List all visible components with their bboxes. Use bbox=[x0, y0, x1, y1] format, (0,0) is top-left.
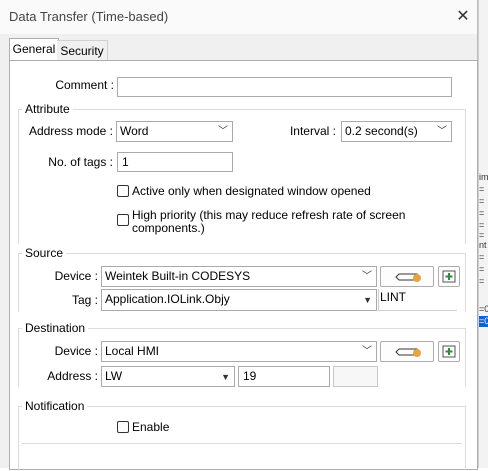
notification-group bbox=[18, 406, 466, 471]
background-cell: =0 bbox=[479, 304, 488, 314]
enable-notification-label: Enable bbox=[132, 420, 170, 434]
destination-group-title: Destination bbox=[22, 321, 89, 335]
background-cell: = bbox=[479, 208, 485, 218]
general-tab-panel: Comment : Attribute Address mode : Word … bbox=[9, 60, 478, 471]
comment-input[interactable] bbox=[117, 77, 452, 97]
device-settings-icon bbox=[395, 273, 421, 282]
attribute-group-title: Attribute bbox=[22, 102, 73, 116]
background-cell: = bbox=[479, 264, 485, 274]
active-only-label: Active only when designated window opene… bbox=[132, 184, 371, 198]
background-cell: = bbox=[479, 252, 485, 262]
address-mode-label: Address mode : bbox=[28, 124, 113, 138]
dialog-title: Data Transfer (Time-based) bbox=[9, 9, 169, 24]
background-cell-selected: =0 bbox=[479, 316, 488, 327]
address-mode-select[interactable]: Word ﹀ bbox=[116, 121, 233, 142]
comment-label: Comment : bbox=[55, 78, 114, 92]
add-device-button[interactable] bbox=[438, 266, 460, 287]
close-icon[interactable]: ✕ bbox=[452, 6, 474, 28]
source-tag-label: Tag : bbox=[71, 293, 98, 307]
source-tag-select[interactable]: Application.IOLink.Objy ▼ bbox=[101, 289, 377, 311]
source-device-select[interactable]: Weintek Built-in CODESYS ﹀ bbox=[101, 266, 377, 287]
source-type-label: LINT bbox=[380, 290, 407, 304]
tab-general[interactable]: General bbox=[9, 38, 59, 61]
address-type-select[interactable]: LW ▼ bbox=[101, 366, 235, 387]
address-label: Address : bbox=[47, 369, 98, 383]
background-cell: im bbox=[479, 172, 488, 182]
device-settings-icon bbox=[395, 348, 421, 357]
address-extra-field bbox=[333, 366, 378, 387]
separator bbox=[22, 443, 462, 444]
address-value-input[interactable]: 19 bbox=[238, 366, 330, 387]
device-settings-button[interactable] bbox=[380, 266, 434, 287]
destination-device-select[interactable]: Local HMI ﹀ bbox=[101, 341, 377, 362]
num-tags-input[interactable]: 1 bbox=[117, 152, 233, 172]
address-mode-value: Word bbox=[120, 124, 149, 138]
caret-down-icon: ▼ bbox=[363, 295, 372, 305]
source-type-box: LINT bbox=[378, 289, 457, 311]
source-device-value: Weintek Built-in CODESYS bbox=[105, 269, 251, 283]
interval-label: Interval : bbox=[289, 124, 336, 138]
address-type-value: LW bbox=[105, 369, 123, 383]
high-priority-checkbox[interactable] bbox=[117, 214, 129, 226]
chevron-down-icon: ﹀ bbox=[437, 126, 447, 137]
title-bar: Data Transfer (Time-based) ✕ bbox=[0, 0, 477, 34]
add-device-icon bbox=[442, 270, 456, 283]
background-cell: = bbox=[479, 184, 485, 194]
high-priority-label-line2: components.) bbox=[132, 221, 205, 235]
chevron-down-icon: ﹀ bbox=[362, 346, 372, 357]
num-tags-label: No. of tags : bbox=[48, 155, 113, 169]
enable-notification-checkbox[interactable] bbox=[117, 421, 129, 433]
tab-security[interactable]: Security bbox=[57, 40, 108, 61]
source-device-label: Device : bbox=[54, 269, 98, 283]
destination-device-value: Local HMI bbox=[105, 344, 160, 358]
source-group-title: Source bbox=[22, 246, 67, 260]
notification-group-title: Notification bbox=[22, 399, 88, 413]
background-app-fragment: im = = = = = nt = = = =0 =0 bbox=[478, 0, 488, 468]
chevron-down-icon: ﹀ bbox=[362, 271, 372, 282]
chevron-down-icon: ﹀ bbox=[218, 126, 228, 137]
add-device-button[interactable] bbox=[438, 341, 460, 362]
interval-select[interactable]: 0.2 second(s) ﹀ bbox=[341, 121, 452, 142]
background-cell: = bbox=[479, 276, 485, 286]
source-tag-value: Application.IOLink.Objy bbox=[105, 292, 230, 306]
background-cell: nt bbox=[479, 240, 487, 250]
destination-device-label: Device : bbox=[54, 344, 98, 358]
active-only-checkbox[interactable] bbox=[117, 185, 129, 197]
caret-down-icon: ▼ bbox=[221, 372, 230, 382]
interval-value: 0.2 second(s) bbox=[345, 124, 418, 138]
dialog-window: Data Transfer (Time-based) ✕ General Sec… bbox=[0, 0, 478, 471]
background-cell: = bbox=[479, 196, 485, 206]
device-settings-button[interactable] bbox=[380, 341, 434, 362]
high-priority-label-line1: High priority (this may reduce refresh r… bbox=[132, 208, 406, 222]
add-device-icon bbox=[442, 345, 456, 358]
